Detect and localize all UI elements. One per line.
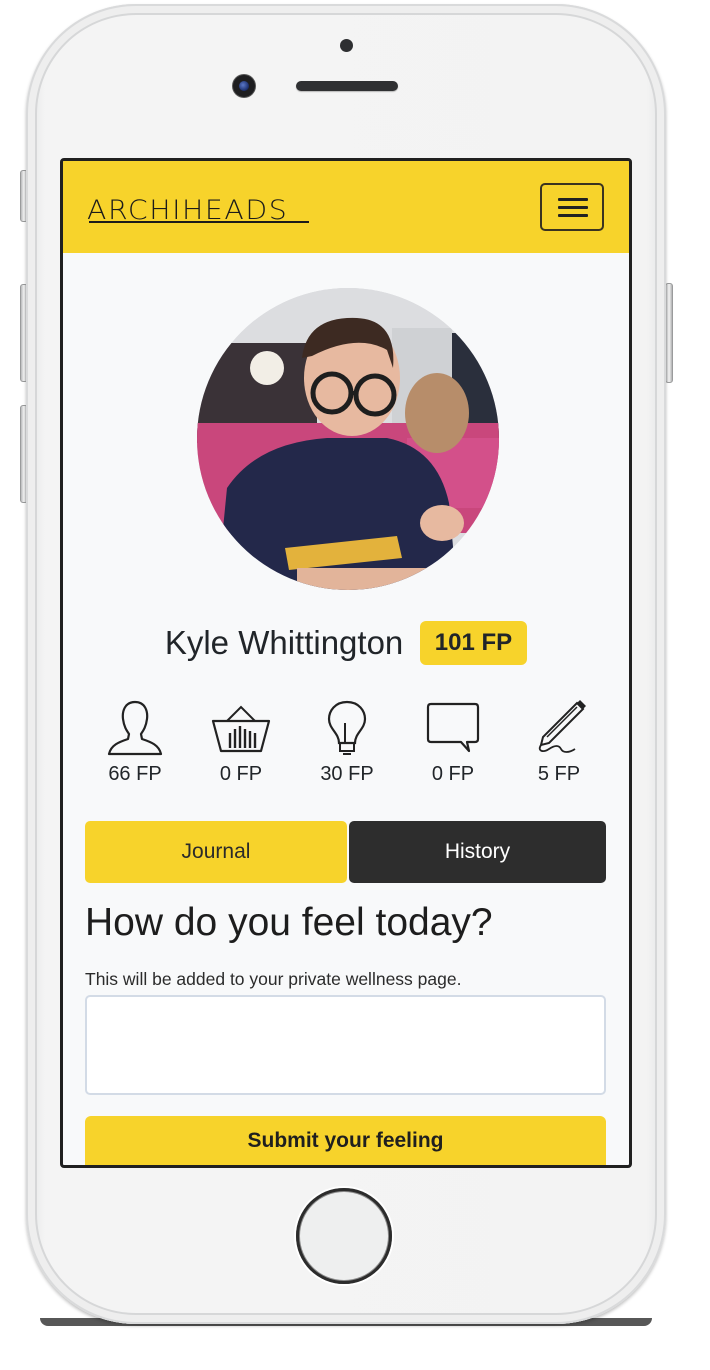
profile-name: Kyle Whittington: [164, 624, 404, 661]
profile-header: Kyle Whittington 101 FP: [63, 621, 629, 665]
proximity-sensor: [340, 39, 353, 52]
front-camera-icon: [233, 75, 255, 97]
total-points-badge: 101 FP: [419, 621, 528, 665]
points-stats: 66 FP 0 FP 30 FP 0 FP 5 FP: [83, 699, 613, 789]
basket-icon: [211, 705, 271, 753]
menu-toggle-button[interactable]: [540, 183, 604, 231]
brand-underline: [89, 221, 309, 223]
lightbulb-icon: [327, 700, 367, 755]
phone-screen: ARCHIHEADS Kyle Whittington 101 FP 66 FP…: [60, 158, 632, 1168]
stat-writing[interactable]: 5 FP: [507, 699, 611, 786]
avatar: [197, 288, 499, 590]
feeling-input[interactable]: [85, 995, 606, 1095]
hamburger-menu-icon: [558, 206, 588, 209]
hamburger-menu-icon: [558, 214, 588, 217]
journal-hint: This will be added to your private welln…: [85, 969, 462, 989]
stat-ideas[interactable]: 30 FP: [295, 699, 399, 786]
speech-bubble-icon: [426, 702, 480, 753]
stat-value: 30 FP: [320, 763, 374, 785]
home-button[interactable]: [296, 1188, 392, 1284]
power-button: [665, 283, 673, 383]
stat-value: 0 FP: [431, 763, 475, 785]
navbar: ARCHIHEADS: [63, 161, 629, 253]
pencil-signature-icon: [538, 700, 586, 753]
tab-journal[interactable]: Journal: [85, 821, 347, 883]
stat-value: 5 FP: [537, 763, 581, 785]
stat-profile[interactable]: 66 FP: [83, 699, 187, 786]
stat-value: 0 FP: [219, 763, 263, 785]
stat-comments[interactable]: 0 FP: [401, 699, 505, 786]
avatar-photo: [197, 288, 499, 590]
stat-value: 66 FP: [108, 763, 162, 785]
hamburger-menu-icon: [558, 198, 588, 201]
tab-history[interactable]: History: [349, 821, 606, 883]
earpiece-speaker: [296, 81, 398, 91]
submit-feeling-button[interactable]: Submit your feeling: [85, 1116, 606, 1165]
stat-basket[interactable]: 0 FP: [189, 699, 293, 786]
journal-question: How do you feel today?: [85, 901, 493, 944]
person-icon: [107, 700, 163, 756]
